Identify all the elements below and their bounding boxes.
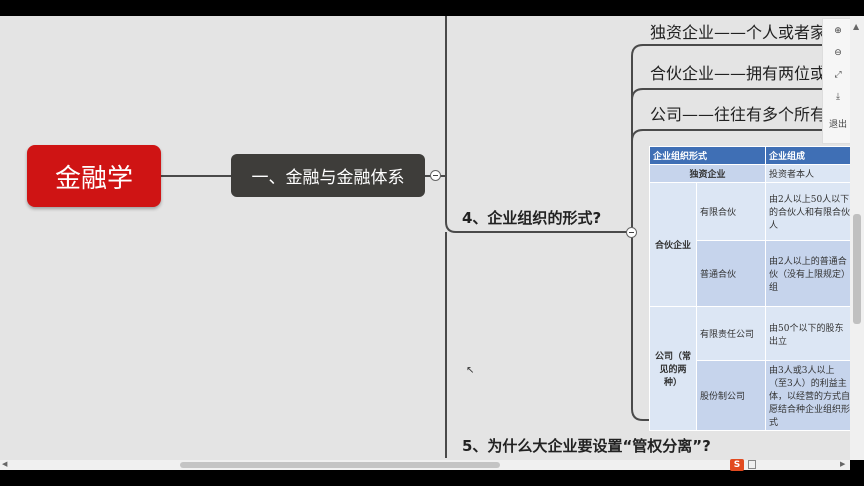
horizontal-scroll-thumb[interactable] [180,462,500,468]
zoom-in-icon[interactable]: ⊕ [823,21,853,41]
scroll-right-icon[interactable]: ▶ [840,460,845,468]
cell-joint-stock: 股份制公司 [696,360,766,431]
app-taskbar-icon[interactable]: S [730,459,744,471]
cell-llc: 有限责任公司 [696,306,766,361]
cell-limited-partnership-desc: 由2人以上50人以下的合伙人和有限合伙人 [765,182,855,241]
cell-llc-desc: 由50个以下的股东出立 [765,306,855,361]
fit-icon[interactable]: ⤢ [823,65,853,85]
root-label: 金融学 [54,163,133,194]
cell-sole-desc: 投资者本人 [765,164,855,183]
scroll-left-icon[interactable]: ◀ [2,460,7,468]
cell-limited-partnership: 有限合伙 [696,182,766,241]
table-header-form: 企业组织形式 [649,146,766,165]
cell-company-label: 公司（常见的两种） [649,306,697,431]
scroll-up-icon[interactable]: ▲ [853,22,859,31]
cell-joint-stock-desc: 由3人或3人以上（至3人）的利益主体，以经营的方式自愿结合种企业组织形式 [765,360,855,431]
window-icon[interactable] [748,460,756,469]
zoom-out-icon[interactable]: ⊖ [823,43,853,63]
download-icon[interactable]: ⤓ [823,87,853,107]
branch-4-label[interactable]: 4、企业组织的形式? [462,207,601,228]
collapse-toggle-branch4[interactable] [626,227,637,238]
cell-general-partnership: 普通合伙 [696,240,766,307]
topic-node[interactable]: 一、金融与金融体系 [231,154,425,197]
branch-5-label[interactable]: 5、为什么大企业要设置“管权分离”? [462,435,711,456]
horizontal-scrollbar[interactable]: ◀ ▶ [0,460,850,470]
mindmap-canvas[interactable]: 金融学 一、金融与金融体系 独资企业——个人或者家庭所有 合伙企业——拥有两位或… [0,16,864,460]
enterprise-form-table: 企业组织形式 企业组成 独资企业 投资者本人 合伙企业 有限合伙 由2人以上50… [649,146,855,431]
mouse-cursor-icon: ↖ [466,365,475,376]
cell-sole-label: 独资企业 [649,164,766,183]
sub-item-company[interactable]: 公司——往往有多个所有者 [650,101,842,125]
vertical-scrollbar[interactable]: ▲ [850,16,864,460]
screen-frame: 金融学 一、金融与金融体系 独资企业——个人或者家庭所有 合伙企业——拥有两位或… [0,0,864,486]
table-header-composition: 企业组成 [765,146,855,165]
root-node[interactable]: 金融学 [27,145,161,207]
collapse-toggle-topic[interactable] [430,170,441,181]
topic-label: 一、金融与金融体系 [251,168,405,188]
exit-button[interactable]: 退出 [823,115,853,135]
cell-partnership-label: 合伙企业 [649,182,697,307]
cell-general-partnership-desc: 由2人以上的普通合伙（没有上限规定）组 [765,240,855,307]
vertical-scroll-thumb[interactable] [853,214,861,324]
